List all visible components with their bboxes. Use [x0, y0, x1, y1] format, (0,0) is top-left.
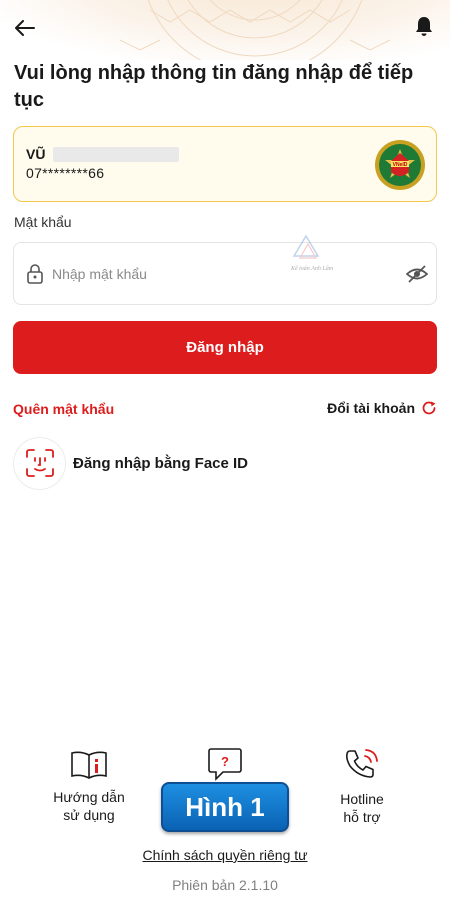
face-id-icon-wrapper: [13, 436, 66, 490]
hotline-button[interactable]: Hotline hỗ trợ: [320, 748, 404, 826]
account-phone: 07********66: [26, 165, 105, 181]
face-id-button[interactable]: Đăng nhập bằng Face ID: [13, 436, 248, 490]
account-name: VŨ: [26, 146, 46, 162]
refresh-icon: [422, 401, 436, 415]
watermark-logo: Kế toán Anh Lâm: [290, 234, 334, 272]
switch-account-button[interactable]: Đổi tài khoản: [327, 400, 437, 416]
eye-off-icon[interactable]: [406, 264, 428, 284]
faq-button[interactable]: ?: [200, 746, 250, 782]
phone-call-icon: [346, 749, 378, 778]
drum-pattern: [119, 0, 391, 60]
hotline-line-1: Hotline: [340, 791, 384, 807]
face-id-icon: [25, 449, 54, 477]
notification-button[interactable]: [410, 12, 438, 40]
login-button[interactable]: Đăng nhập: [13, 321, 437, 374]
privacy-policy-link[interactable]: Chính sách quyền riêng tư: [0, 847, 450, 863]
user-guide-line-1: Hướng dẫn: [53, 789, 125, 805]
svg-text:?: ?: [221, 754, 229, 769]
account-card[interactable]: VŨ 07********66 VNeID: [13, 126, 437, 202]
lock-icon: [27, 264, 43, 284]
switch-account-label: Đổi tài khoản: [327, 400, 415, 416]
account-name-row: VŨ: [26, 146, 180, 162]
user-guide-button[interactable]: Hướng dẫn sử dụng: [44, 750, 134, 824]
hotline-line-2: hỗ trợ: [343, 809, 381, 825]
bell-icon: [416, 16, 432, 36]
page-title: Vui lòng nhập thông tin đăng nhập để tiế…: [14, 62, 414, 111]
face-id-label: Đăng nhập bằng Face ID: [73, 454, 249, 472]
question-bubble-icon: ?: [208, 748, 242, 781]
back-button[interactable]: [10, 14, 40, 42]
organization-emblem-icon: VNeID: [375, 140, 425, 190]
book-icon: [71, 751, 107, 779]
header-decoration: [0, 0, 450, 60]
figure-badge: Hình 1: [161, 782, 289, 832]
user-guide-line-2: sử dụng: [63, 807, 115, 823]
user-guide-label: Hướng dẫn sử dụng: [53, 788, 124, 824]
forgot-password-link[interactable]: Quên mật khẩu: [13, 401, 114, 417]
password-field[interactable]: [13, 242, 437, 305]
arrow-left-icon: [15, 20, 35, 36]
app-version: Phiên bản 2.1.10: [172, 877, 278, 893]
password-label: Mật khẩu: [14, 214, 72, 230]
name-redaction: [53, 146, 180, 162]
hotline-label: Hotline hỗ trợ: [340, 790, 384, 826]
watermark-text: Kế toán Anh Lâm: [290, 265, 334, 272]
svg-text:VNeID: VNeID: [393, 162, 408, 168]
